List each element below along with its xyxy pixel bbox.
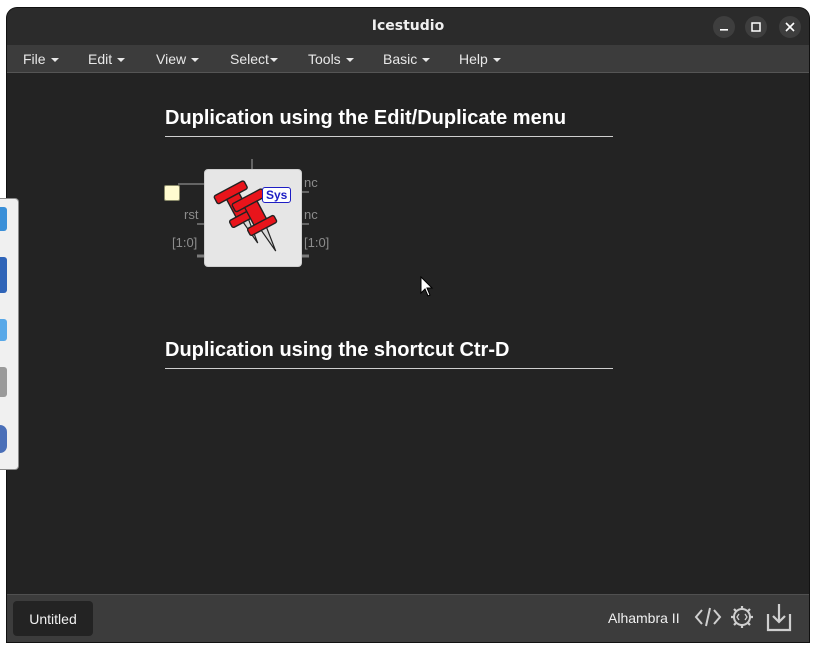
mouse-cursor-icon [420, 276, 434, 297]
close-button[interactable] [779, 16, 801, 38]
menu-view[interactable]: View [156, 51, 200, 67]
app-window: Icestudio File Edit View Select Tools Ba… [7, 8, 809, 642]
side-dock [0, 198, 19, 470]
menu-help-label: Help [459, 51, 488, 67]
project-tab[interactable]: Untitled [13, 601, 93, 636]
menu-tools-label: Tools [308, 51, 341, 67]
menu-help[interactable]: Help [459, 51, 501, 67]
dock-app-icon[interactable] [0, 207, 7, 231]
sys-badge: Sys [262, 187, 292, 203]
menu-file-label: File [23, 51, 46, 67]
dock-app-icon[interactable] [0, 425, 7, 453]
status-bar: Untitled Alhambra II [7, 594, 809, 642]
menu-edit[interactable]: Edit [88, 51, 126, 67]
menu-bar: File Edit View Select Tools Basic Help [7, 45, 809, 73]
chevron-down-icon [345, 58, 354, 63]
window-title: Icestudio [371, 18, 445, 34]
download-icon[interactable] [766, 602, 792, 632]
menu-tools[interactable]: Tools [308, 51, 354, 67]
pin-label-nc2: nc [304, 207, 318, 222]
gear-code-icon[interactable] [729, 604, 755, 630]
sys-block[interactable]: Sys [204, 169, 302, 267]
code-icon[interactable] [694, 605, 722, 629]
design-canvas[interactable]: Duplication using the Edit/Duplicate men… [7, 73, 809, 594]
title-bar: Icestudio [7, 8, 809, 45]
pushpin-icon [213, 180, 278, 252]
menu-view-label: View [156, 51, 187, 67]
input-port[interactable] [164, 185, 180, 201]
dock-app-icon[interactable] [0, 319, 7, 341]
chevron-down-icon [191, 58, 200, 63]
menu-basic-label: Basic [383, 51, 418, 67]
pin-label-bus-in: [1:0] [172, 235, 198, 250]
dock-app-icon[interactable] [0, 367, 7, 397]
close-icon [785, 22, 795, 32]
chevron-down-icon [50, 58, 59, 63]
minimize-icon [720, 29, 728, 31]
pin-label-nc1: nc [304, 175, 318, 190]
maximize-icon [751, 22, 761, 32]
pin-label-rst: rst [184, 207, 199, 222]
chevron-down-icon [422, 58, 431, 63]
menu-select-label: Select [230, 51, 269, 67]
maximize-button[interactable] [745, 16, 767, 38]
dock-app-icon[interactable] [0, 257, 7, 293]
menu-file[interactable]: File [23, 51, 59, 67]
minimize-button[interactable] [713, 16, 735, 38]
chevron-down-icon [492, 58, 501, 63]
block-wires [178, 159, 309, 258]
menu-basic[interactable]: Basic [383, 51, 431, 67]
chevron-down-icon [269, 58, 278, 63]
board-selector[interactable]: Alhambra II [608, 610, 680, 626]
pin-label-bus-out: [1:0] [304, 235, 330, 250]
menu-edit-label: Edit [88, 51, 113, 67]
menu-select[interactable]: Select [230, 51, 278, 67]
chevron-down-icon [117, 58, 126, 63]
